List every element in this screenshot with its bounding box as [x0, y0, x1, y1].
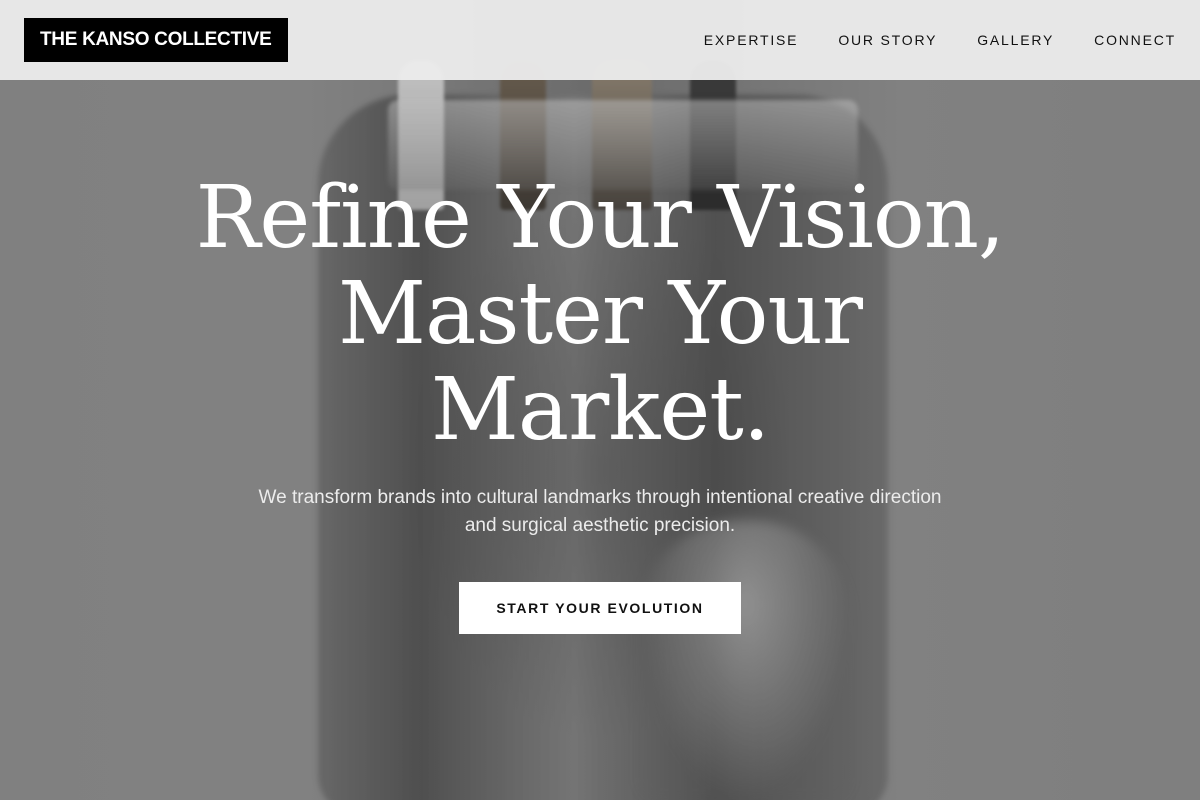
hero-headline-line-3: Market. [430, 360, 770, 460]
page: THE KANSO COLLECTIVE EXPERTISE OUR STORY… [0, 0, 1200, 800]
hero-headline-line-1: Refine Your Vision, [195, 168, 1006, 268]
nav-link-gallery[interactable]: GALLERY [977, 32, 1054, 48]
nav-link-our-story[interactable]: OUR STORY [838, 32, 937, 48]
nav-link-expertise[interactable]: EXPERTISE [704, 32, 799, 48]
nav-link-connect[interactable]: CONNECT [1094, 32, 1176, 48]
hero-subtext: We transform brands into cultural landma… [258, 487, 942, 536]
hero-headline: Refine Your Vision, Master Your Market. [150, 170, 1050, 458]
site-header: THE KANSO COLLECTIVE EXPERTISE OUR STORY… [0, 0, 1200, 80]
hero-section: Refine Your Vision, Master Your Market. … [0, 170, 1200, 634]
main-nav: EXPERTISE OUR STORY GALLERY CONNECT [704, 32, 1176, 48]
start-evolution-button[interactable]: START YOUR EVOLUTION [459, 582, 741, 634]
hero-headline-line-2: Master Your [338, 264, 863, 364]
logo[interactable]: THE KANSO COLLECTIVE [24, 18, 288, 62]
